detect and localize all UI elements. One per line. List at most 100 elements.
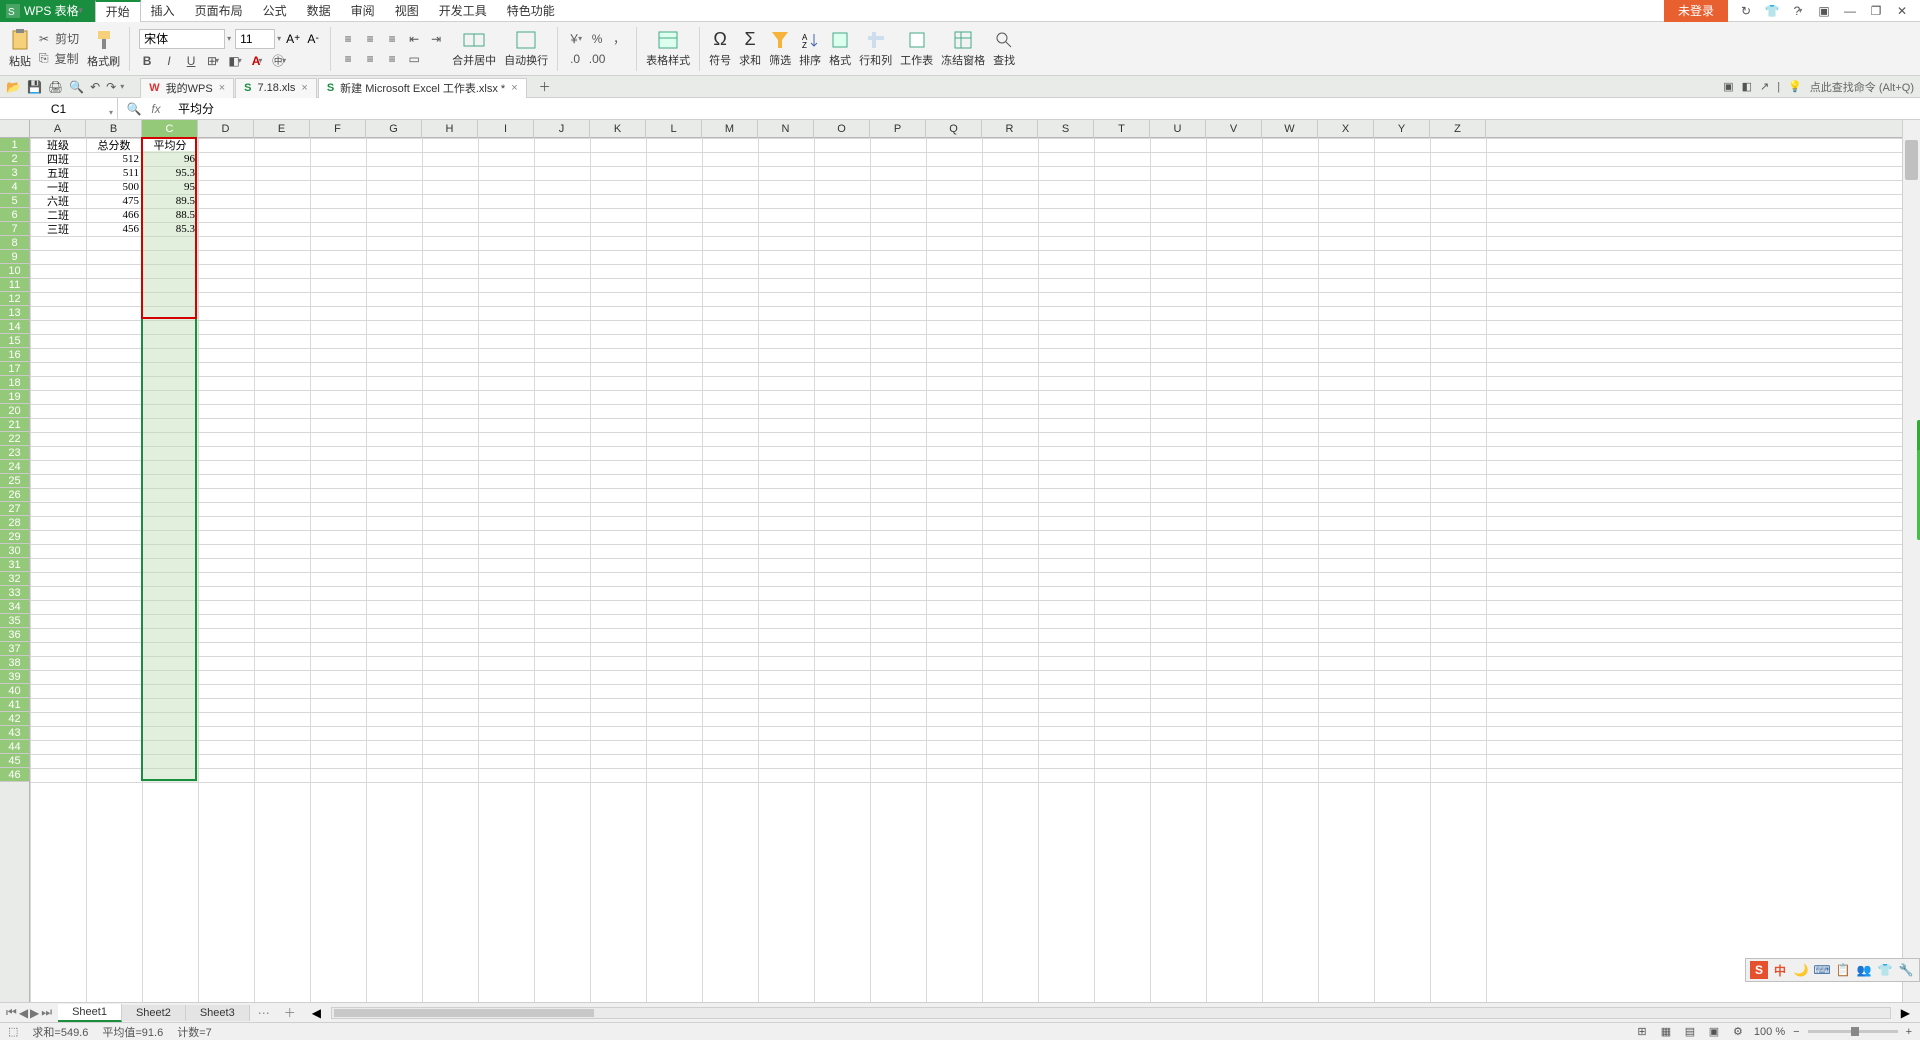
row-header-15[interactable]: 15 <box>0 334 29 348</box>
col-header-Y[interactable]: Y <box>1374 120 1430 138</box>
fill-color-button[interactable]: ◧▾ <box>227 53 243 69</box>
underline-button[interactable]: U <box>183 53 199 69</box>
format-painter-button[interactable]: 格式刷 <box>87 29 120 69</box>
zoom-out-button[interactable]: − <box>1793 1026 1799 1038</box>
cell-A1[interactable]: 班级 <box>30 138 86 152</box>
mode2-icon[interactable]: ◧ <box>1742 80 1752 93</box>
ime-icon-5[interactable]: 👥 <box>1855 961 1873 979</box>
col-header-B[interactable]: B <box>86 120 142 138</box>
settings-icon[interactable]: ⚙ <box>1730 1024 1746 1040</box>
row-header-7[interactable]: 7 <box>0 222 29 236</box>
mode1-icon[interactable]: ▣ <box>1723 80 1733 93</box>
name-box[interactable]: C1▾ <box>0 98 118 120</box>
row-header-36[interactable]: 36 <box>0 628 29 642</box>
doc-tab-1[interactable]: S7.18.xls× <box>235 78 317 98</box>
redo-icon[interactable]: ↷ <box>106 80 116 94</box>
app-badge[interactable]: S WPS 表格 ▼ <box>0 0 95 22</box>
row-header-20[interactable]: 20 <box>0 404 29 418</box>
align-center-icon[interactable]: ≡ <box>362 51 378 67</box>
cell-B4[interactable]: 500 <box>86 180 142 194</box>
cell-B1[interactable]: 总分数 <box>86 138 142 152</box>
freeze-button[interactable]: 冻结窗格 <box>941 30 985 68</box>
sheet-last-icon[interactable]: ⏭ <box>41 1005 52 1020</box>
bold-button[interactable]: B <box>139 53 155 69</box>
row-header-3[interactable]: 3 <box>0 166 29 180</box>
horizontal-scrollbar[interactable] <box>331 1007 1891 1019</box>
ime-icon-6[interactable]: 👕 <box>1876 961 1894 979</box>
row-header-34[interactable]: 34 <box>0 600 29 614</box>
row-header-46[interactable]: 46 <box>0 768 29 782</box>
row-header-24[interactable]: 24 <box>0 460 29 474</box>
save-icon[interactable]: 💾 <box>27 80 42 94</box>
row-header-21[interactable]: 21 <box>0 418 29 432</box>
new-tab-button[interactable]: ＋ <box>539 78 551 95</box>
doc-tab-0[interactable]: W我的WPS× <box>140 78 234 98</box>
formula-input[interactable]: 平均分 <box>172 100 1920 117</box>
menu-tab-7[interactable]: 开发工具 <box>429 0 497 22</box>
font-name-select[interactable] <box>139 29 225 49</box>
cell-A2[interactable]: 四班 <box>30 152 86 166</box>
sort-button[interactable]: AZ排序 <box>799 30 821 68</box>
cell-A5[interactable]: 六班 <box>30 194 86 208</box>
align-top-icon[interactable]: ≡ <box>340 31 356 47</box>
row-header-13[interactable]: 13 <box>0 306 29 320</box>
table-style-button[interactable]: 表格样式 <box>646 30 690 68</box>
wrap-text-button[interactable]: 自动换行 <box>504 30 548 68</box>
row-header-29[interactable]: 29 <box>0 530 29 544</box>
command-search-hint[interactable]: 点此查找命令 (Alt+Q) <box>1810 79 1914 95</box>
col-header-S[interactable]: S <box>1038 120 1094 138</box>
undo-icon[interactable]: ↶ <box>90 80 100 94</box>
spreadsheet-grid[interactable]: ABCDEFGHIJKLMNOPQRSTUVWXYZ 1234567891011… <box>0 120 1920 1002</box>
row-header-19[interactable]: 19 <box>0 390 29 404</box>
close-icon[interactable]: × <box>511 82 517 94</box>
border-button[interactable]: ⊞▾ <box>205 53 221 69</box>
cell-C7[interactable]: 85.3 <box>142 222 198 236</box>
print-preview-icon[interactable]: 🔍 <box>69 80 84 94</box>
row-header-39[interactable]: 39 <box>0 670 29 684</box>
row-header-6[interactable]: 6 <box>0 208 29 222</box>
view-read-icon[interactable]: ▣ <box>1706 1024 1722 1040</box>
row-header-26[interactable]: 26 <box>0 488 29 502</box>
cell-B6[interactable]: 466 <box>86 208 142 222</box>
row-header-31[interactable]: 31 <box>0 558 29 572</box>
merge-across-icon[interactable]: ▭ <box>406 51 422 67</box>
row-header-30[interactable]: 30 <box>0 544 29 558</box>
col-header-O[interactable]: O <box>814 120 870 138</box>
maximize-button[interactable]: ❐ <box>1868 3 1884 19</box>
view-break-icon[interactable]: ▤ <box>1682 1024 1698 1040</box>
col-header-L[interactable]: L <box>646 120 702 138</box>
sheet-first-icon[interactable]: ⏮ <box>6 1005 17 1020</box>
inc-decimal-icon[interactable]: .00 <box>589 51 605 67</box>
cut-button[interactable]: ✂ 剪切 <box>39 30 79 47</box>
row-header-12[interactable]: 12 <box>0 292 29 306</box>
zoom-in-button[interactable]: + <box>1906 1026 1912 1038</box>
col-header-M[interactable]: M <box>702 120 758 138</box>
col-header-K[interactable]: K <box>590 120 646 138</box>
cell-B7[interactable]: 456 <box>86 222 142 236</box>
ime-icon-1[interactable]: 中 <box>1771 961 1789 979</box>
col-header-P[interactable]: P <box>870 120 926 138</box>
row-header-4[interactable]: 4 <box>0 180 29 194</box>
paste-button[interactable]: 粘贴 <box>9 29 31 69</box>
cell-B5[interactable]: 475 <box>86 194 142 208</box>
cell-A7[interactable]: 三班 <box>30 222 86 236</box>
col-header-X[interactable]: X <box>1318 120 1374 138</box>
row-header-44[interactable]: 44 <box>0 740 29 754</box>
row-header-33[interactable]: 33 <box>0 586 29 600</box>
close-button[interactable]: ✕ <box>1894 3 1910 19</box>
row-header-35[interactable]: 35 <box>0 614 29 628</box>
col-header-J[interactable]: J <box>534 120 590 138</box>
col-header-V[interactable]: V <box>1206 120 1262 138</box>
phonetic-button[interactable]: ㊥▾ <box>271 53 287 69</box>
col-header-F[interactable]: F <box>310 120 366 138</box>
help-icon[interactable]: ?▾ <box>1790 3 1806 19</box>
ime-icon-3[interactable]: ⌨ <box>1813 961 1831 979</box>
sheet-prev-icon[interactable]: ◀ <box>19 1006 28 1020</box>
col-header-R[interactable]: R <box>982 120 1038 138</box>
row-header-9[interactable]: 9 <box>0 250 29 264</box>
align-bottom-icon[interactable]: ≡ <box>384 31 400 47</box>
cell-C3[interactable]: 95.3 <box>142 166 198 180</box>
row-header-10[interactable]: 10 <box>0 264 29 278</box>
rowcol-button[interactable]: 行和列 <box>859 30 892 68</box>
menu-tab-6[interactable]: 视图 <box>385 0 429 22</box>
